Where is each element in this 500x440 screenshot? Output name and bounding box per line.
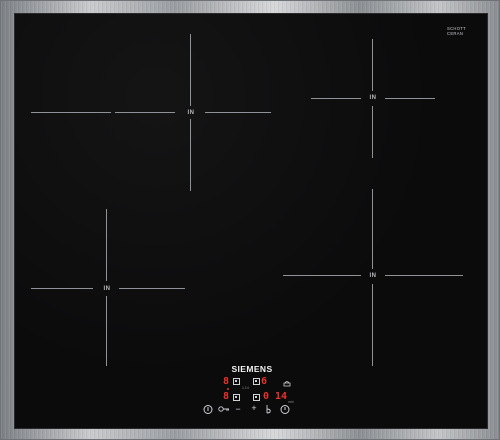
power-level-display-rear-right: 6 bbox=[261, 376, 268, 387]
plus-button[interactable]: + bbox=[247, 404, 261, 413]
boost-icon[interactable] bbox=[265, 405, 272, 414]
pan-icon bbox=[283, 381, 291, 387]
zone-mark bbox=[385, 98, 435, 99]
zone-mark bbox=[31, 288, 93, 289]
power-level-display-rear-left: 8 bbox=[223, 376, 230, 387]
timer-display: 0 14 bbox=[263, 391, 288, 402]
zone-mark bbox=[372, 284, 373, 366]
timer-icon[interactable] bbox=[280, 405, 290, 414]
zone-mark bbox=[115, 112, 175, 113]
display-small-label: 1.14 bbox=[242, 386, 249, 390]
power-icon[interactable] bbox=[203, 405, 213, 414]
zone-mark bbox=[372, 39, 373, 91]
minus-button[interactable]: − bbox=[231, 405, 245, 414]
zone-select-front-left[interactable] bbox=[233, 394, 240, 401]
zone-indicator-rear-left: IN bbox=[187, 110, 195, 116]
zone-indicator-front-right: IN bbox=[369, 273, 377, 279]
key-lock-icon[interactable] bbox=[218, 405, 230, 413]
zone-mark bbox=[283, 275, 361, 276]
glass-manufacturer-label: SCHOTT CERAN bbox=[447, 26, 466, 36]
zone-mark bbox=[385, 275, 463, 276]
zone-mark bbox=[311, 98, 361, 99]
zone-mark bbox=[119, 288, 185, 289]
zone-mark bbox=[190, 119, 191, 191]
zone-mark bbox=[190, 34, 191, 106]
zone-mark bbox=[31, 112, 111, 113]
zone-mark bbox=[106, 209, 107, 281]
cooktop-glass: IN IN IN IN SCHOTT CERAN SIEMENS 8 6 1.1… bbox=[14, 13, 488, 429]
zone-mark bbox=[205, 112, 271, 113]
zone-indicator-front-left: IN bbox=[103, 286, 111, 292]
power-level-display-front-left: 8 bbox=[223, 391, 230, 402]
brand-logo: SIEMENS bbox=[231, 364, 273, 374]
zone-mark bbox=[372, 189, 373, 269]
zone-mark bbox=[106, 296, 107, 366]
zone-select-rear-left[interactable] bbox=[233, 378, 240, 385]
zone-mark bbox=[372, 106, 373, 158]
timer-unit-label: min bbox=[288, 400, 294, 404]
zone-indicator-rear-right: IN bbox=[369, 95, 377, 101]
indicator-dot bbox=[227, 388, 229, 390]
zone-select-rear-right[interactable] bbox=[253, 378, 260, 385]
zone-select-front-right[interactable] bbox=[253, 394, 260, 401]
